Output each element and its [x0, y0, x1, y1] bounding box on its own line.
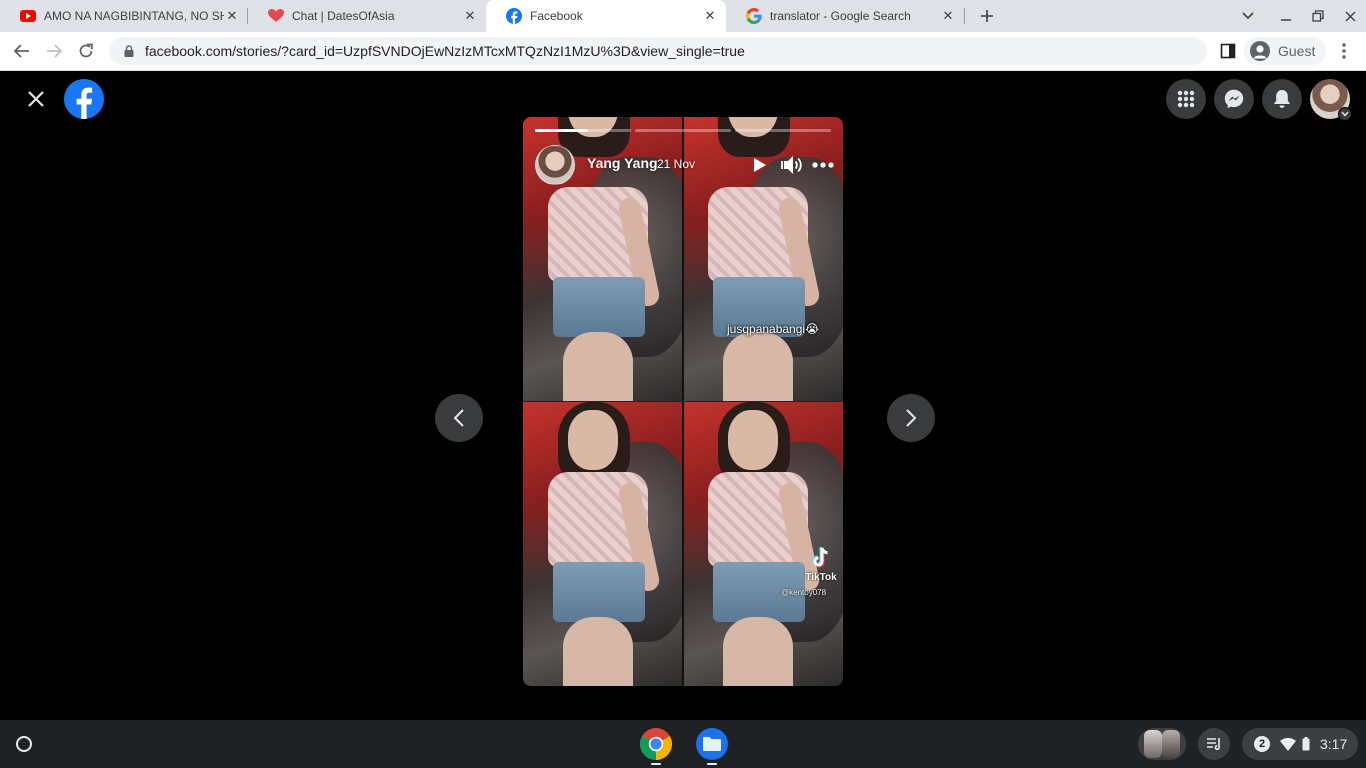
app-running-indicator — [651, 763, 661, 765]
launcher-button[interactable] — [8, 728, 40, 760]
tab-title: Facebook — [530, 9, 583, 23]
close-stories-button[interactable] — [20, 83, 52, 115]
story-progress-segment — [735, 129, 831, 132]
notification-count-badge: 2 — [1254, 736, 1270, 752]
guest-avatar-icon — [1250, 41, 1270, 61]
story-author-avatar[interactable] — [535, 145, 575, 185]
minimize-button[interactable] — [1272, 0, 1300, 32]
tiktok-label: TikTok — [805, 572, 837, 583]
side-panel-button[interactable] — [1213, 36, 1243, 66]
forward-button[interactable] — [39, 36, 69, 66]
story-video-frame — [683, 402, 843, 686]
status-area[interactable]: 2 3:17 — [1242, 728, 1358, 760]
tab-datesofasia[interactable]: Chat | DatesOfAsia ✕ — [248, 0, 486, 32]
play-button[interactable] — [748, 153, 772, 177]
profile-label: Guest — [1278, 43, 1316, 59]
tab-separator — [964, 8, 965, 24]
tab-google-search[interactable]: translator - Google Search ✕ — [726, 0, 964, 32]
battery-icon — [1302, 737, 1310, 751]
lock-icon[interactable] — [121, 45, 137, 57]
messenger-button[interactable] — [1214, 79, 1254, 119]
heart-icon — [268, 8, 284, 24]
holding-space-thumbnail[interactable] — [1138, 728, 1186, 760]
youtube-icon — [20, 8, 36, 24]
reload-button[interactable] — [71, 36, 101, 66]
app-running-indicator — [707, 763, 717, 765]
tiktok-watermark: TikTok — [803, 547, 839, 583]
url-text[interactable]: facebook.com/stories/?card_id=UzpfSVNDOj… — [145, 43, 745, 59]
frame-divider — [682, 117, 684, 686]
close-window-button[interactable] — [1336, 0, 1364, 32]
google-icon — [746, 8, 762, 24]
account-avatar[interactable] — [1310, 79, 1352, 121]
story-caption: jusqpanabangi😭 — [727, 322, 820, 336]
stories-viewer: Yang Yang 21 Nov jusqpanabangi😭 TikTok @… — [0, 71, 1366, 720]
files-icon[interactable] — [696, 728, 728, 760]
previous-story-button[interactable] — [435, 394, 483, 442]
tiktok-handle: @kentoy078 — [781, 588, 827, 597]
next-story-button[interactable] — [887, 394, 935, 442]
story-progress-segment — [535, 129, 631, 132]
chrome-menu-button[interactable] — [1329, 36, 1359, 66]
media-controls-button[interactable] — [1198, 728, 1230, 760]
close-tab-icon[interactable]: ✕ — [224, 8, 240, 24]
notifications-button[interactable] — [1262, 79, 1302, 119]
close-tab-icon[interactable]: ✕ — [940, 8, 956, 24]
profile-button[interactable]: Guest — [1244, 37, 1326, 65]
close-tab-icon[interactable]: ✕ — [702, 8, 718, 24]
story-progress-segment — [635, 129, 731, 132]
story-author-name[interactable]: Yang Yang — [587, 155, 658, 171]
address-bar[interactable]: facebook.com/stories/?card_id=UzpfSVNDOj… — [109, 37, 1207, 65]
tab-title: Chat | DatesOfAsia — [292, 9, 395, 23]
close-tab-icon[interactable]: ✕ — [462, 8, 478, 24]
facebook-icon — [506, 8, 522, 24]
volume-button[interactable] — [779, 153, 803, 177]
story-card[interactable]: Yang Yang 21 Nov jusqpanabangi😭 TikTok @… — [523, 117, 843, 686]
tab-youtube[interactable]: AMO NA NAGBIBINTANG, NO SH ✕ — [0, 0, 248, 32]
new-tab-button[interactable] — [973, 0, 1001, 32]
chrome-icon[interactable] — [639, 728, 673, 761]
tiktok-icon — [812, 547, 828, 568]
chevron-down-icon — [1338, 107, 1352, 121]
story-date: 21 Nov — [657, 157, 696, 171]
facebook-logo[interactable] — [64, 79, 104, 119]
clock: 3:17 — [1320, 736, 1348, 752]
browser-toolbar: facebook.com/stories/?card_id=UzpfSVNDOj… — [0, 32, 1366, 71]
tab-title: AMO NA NAGBIBINTANG, NO SH — [44, 9, 224, 23]
story-video-frame — [523, 402, 683, 686]
tab-title: translator - Google Search — [770, 9, 911, 23]
tab-strip: AMO NA NAGBIBINTANG, NO SH ✕ Chat | Date… — [0, 0, 1366, 32]
tab-search-button[interactable] — [1234, 0, 1262, 32]
system-shelf: 2 3:17 — [0, 720, 1366, 768]
menu-grid-button[interactable] — [1166, 79, 1206, 119]
wifi-icon — [1280, 737, 1296, 751]
more-options-button[interactable] — [811, 153, 835, 177]
back-button[interactable] — [7, 36, 37, 66]
tab-facebook[interactable]: Facebook ✕ — [486, 0, 726, 32]
restore-button[interactable] — [1304, 0, 1332, 32]
